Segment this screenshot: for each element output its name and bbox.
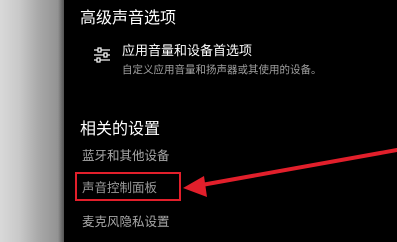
screenshot: 高级声音选项 应用音量和设备首选项 自定义应用音量和扬声器或其使用的设备。 相关… [0, 0, 397, 242]
annotation-highlight-box [75, 172, 181, 201]
sliders-icon [94, 47, 110, 63]
related-settings-heading: 相关的设置 [80, 119, 161, 138]
bluetooth-devices-link[interactable]: 蓝牙和其他设备 [82, 148, 170, 164]
microphone-privacy-link[interactable]: 麦克风隐私设置 [82, 214, 170, 230]
option-description: 自定义应用音量和扬声器或其使用的设备。 [122, 64, 322, 76]
advanced-sound-options-heading: 高级声音选项 [80, 8, 177, 27]
sound-settings-panel: 高级声音选项 应用音量和设备首选项 自定义应用音量和扬声器或其使用的设备。 相关… [64, 0, 397, 242]
background-window-edge [0, 0, 64, 242]
app-volume-device-preferences-option[interactable]: 应用音量和设备首选项 自定义应用音量和扬声器或其使用的设备。 [80, 41, 380, 81]
option-title: 应用音量和设备首选项 [122, 44, 253, 59]
